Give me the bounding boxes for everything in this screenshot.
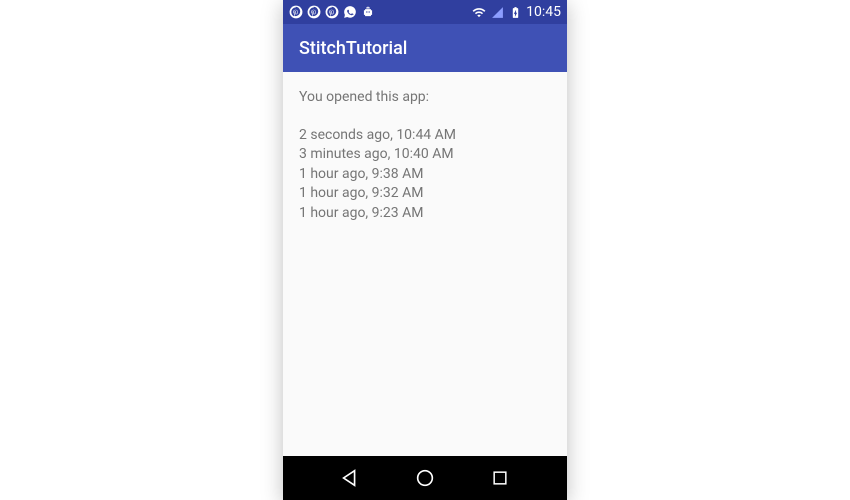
status-time: 10:45 [526, 4, 561, 20]
log-list: 2 seconds ago, 10:44 AM 3 minutes ago, 1… [299, 126, 551, 224]
home-button[interactable] [405, 458, 445, 498]
battery-charging-icon [508, 5, 522, 19]
log-item: 3 minutes ago, 10:40 AM [299, 145, 551, 165]
whatsapp-icon [343, 5, 357, 19]
wifi-icon [472, 5, 486, 19]
navigation-bar [283, 456, 567, 500]
content-area: You opened this app: 2 seconds ago, 10:4… [283, 72, 567, 456]
back-button[interactable] [330, 458, 370, 498]
log-item: 1 hour ago, 9:23 AM [299, 204, 551, 224]
log-item: 1 hour ago, 9:38 AM [299, 165, 551, 185]
robot-icon [361, 5, 375, 19]
log-item: 2 seconds ago, 10:44 AM [299, 126, 551, 146]
signal-icon [490, 5, 504, 19]
pinterest-icon [325, 5, 339, 19]
content-heading: You opened this app: [299, 88, 551, 108]
status-bar-left [289, 5, 375, 19]
status-bar-right: 10:45 [472, 4, 561, 20]
pinterest-icon [307, 5, 321, 19]
app-title: StitchTutorial [299, 38, 407, 59]
recent-apps-button[interactable] [480, 458, 520, 498]
pinterest-icon [289, 5, 303, 19]
log-item: 1 hour ago, 9:32 AM [299, 184, 551, 204]
status-bar: 10:45 [283, 0, 567, 24]
app-bar: StitchTutorial [283, 24, 567, 72]
device-frame: 10:45 StitchTutorial You opened this app… [283, 0, 567, 500]
